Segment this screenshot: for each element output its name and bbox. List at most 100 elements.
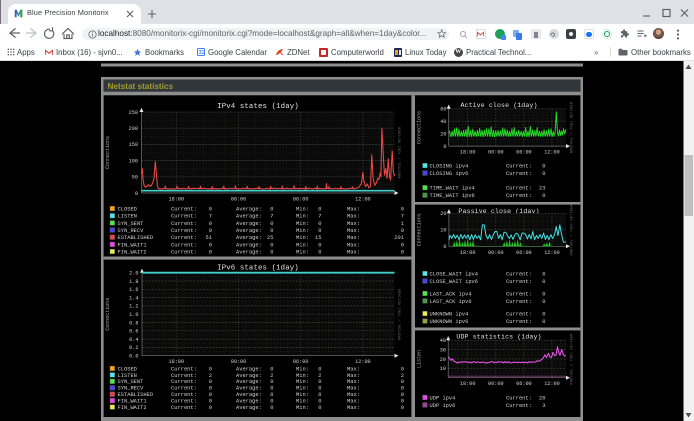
svg-text:FIN_WAIT2: FIN_WAIT2 xyxy=(118,249,147,255)
svg-text:Average:: Average: xyxy=(236,214,262,220)
svg-text:0: 0 xyxy=(401,228,404,234)
svg-text:Average:: Average: xyxy=(236,235,262,241)
svg-text:Min:: Min: xyxy=(296,373,309,379)
svg-text:7: 7 xyxy=(401,214,404,220)
svg-text:FIN_WAIT2: FIN_WAIT2 xyxy=(118,405,147,411)
svg-text:20: 20 xyxy=(539,395,545,401)
svg-text:0: 0 xyxy=(401,366,404,372)
svg-text:0.6: 0.6 xyxy=(129,329,138,335)
svg-text:Current:: Current: xyxy=(506,271,532,277)
svg-text:0: 0 xyxy=(318,249,321,255)
svg-text:100: 100 xyxy=(129,158,138,164)
svg-text:0: 0 xyxy=(135,191,138,197)
svg-text:Listen: Listen xyxy=(417,350,423,368)
svg-text:00:00: 00:00 xyxy=(231,197,247,203)
svg-text:TIME_WAIT ipv4: TIME_WAIT ipv4 xyxy=(430,186,475,192)
svg-text:0.0: 0.0 xyxy=(129,354,138,360)
svg-text:SYN_SENT: SYN_SENT xyxy=(118,379,145,385)
svg-text:0.4: 0.4 xyxy=(129,337,138,343)
svg-text:UNKNOWN ipv6: UNKNOWN ipv6 xyxy=(430,319,469,325)
svg-text:1.6: 1.6 xyxy=(129,287,138,293)
svg-text:Min:: Min: xyxy=(296,228,309,234)
svg-text:Current:: Current: xyxy=(171,379,197,385)
svg-text:Active close (1day): Active close (1day) xyxy=(460,102,537,109)
svg-text:Max:: Max: xyxy=(347,373,360,379)
svg-text:1.2: 1.2 xyxy=(129,304,138,310)
svg-text:Min:: Min: xyxy=(296,207,309,213)
svg-text:Current:: Current: xyxy=(171,386,197,392)
svg-text:CLOSING ipv4: CLOSING ipv4 xyxy=(430,164,469,170)
svg-text:Connections: Connections xyxy=(417,213,423,246)
svg-text:0: 0 xyxy=(318,392,321,398)
svg-text:CLOSE_WAIT ipv6: CLOSE_WAIT ipv6 xyxy=(430,279,479,285)
svg-text:2: 2 xyxy=(209,373,212,379)
svg-text:SYN_RECV: SYN_RECV xyxy=(118,228,145,234)
svg-text:00:00: 00:00 xyxy=(488,150,504,156)
svg-text:20: 20 xyxy=(440,131,446,137)
svg-text:10: 10 xyxy=(440,366,446,372)
svg-text:SYN_RECV: SYN_RECV xyxy=(118,386,145,392)
svg-text:51: 51 xyxy=(206,235,212,241)
svg-text:0: 0 xyxy=(270,405,273,411)
svg-text:0: 0 xyxy=(209,366,212,372)
svg-text:RRDTOOL / TOBI OETIKER: RRDTOOL / TOBI OETIKER xyxy=(570,204,575,255)
svg-text:0: 0 xyxy=(542,279,545,285)
svg-text:Max:: Max: xyxy=(347,379,360,385)
svg-text:0: 0 xyxy=(318,221,321,227)
svg-text:1.4: 1.4 xyxy=(129,295,138,301)
svg-text:Current:: Current: xyxy=(506,312,532,318)
svg-text:UNKNOWN ipv4: UNKNOWN ipv4 xyxy=(430,312,469,318)
svg-text:0: 0 xyxy=(542,171,545,177)
svg-text:RRDTOOL / TOBI OETIKER: RRDTOOL / TOBI OETIKER xyxy=(398,127,403,178)
svg-text:0: 0 xyxy=(318,228,321,234)
svg-text:Connections: Connections xyxy=(417,111,423,144)
svg-text:06:00: 06:00 xyxy=(293,359,309,365)
svg-text:Current:: Current: xyxy=(506,299,532,305)
svg-text:Current:: Current: xyxy=(506,186,532,192)
svg-text:Average:: Average: xyxy=(236,379,262,385)
svg-text:06:00: 06:00 xyxy=(516,250,532,256)
svg-text:7: 7 xyxy=(318,214,321,220)
svg-text:LAST_ACK ipv6: LAST_ACK ipv6 xyxy=(430,299,472,305)
svg-text:150: 150 xyxy=(129,142,138,148)
svg-text:0: 0 xyxy=(318,242,321,248)
svg-text:00:00: 00:00 xyxy=(488,250,504,256)
svg-text:1.8: 1.8 xyxy=(129,279,138,285)
svg-text:RRDTOOL / TOBI OETIKER: RRDTOOL / TOBI OETIKER xyxy=(570,333,575,384)
svg-text:ESTABLISHED: ESTABLISHED xyxy=(118,392,154,398)
svg-text:0: 0 xyxy=(209,249,212,255)
svg-text:Current:: Current: xyxy=(171,392,197,398)
svg-text:RRDTOOL / TOBI OETIKER: RRDTOOL / TOBI OETIKER xyxy=(398,289,403,340)
svg-text:Current:: Current: xyxy=(171,249,197,255)
svg-text:Max:: Max: xyxy=(347,214,360,220)
svg-text:0: 0 xyxy=(270,221,273,227)
svg-text:00:00: 00:00 xyxy=(231,359,247,365)
svg-text:Average:: Average: xyxy=(236,392,262,398)
svg-text:20: 20 xyxy=(440,211,446,217)
svg-text:CLOSED: CLOSED xyxy=(118,366,137,372)
svg-text:0: 0 xyxy=(542,299,545,305)
svg-text:18:00: 18:00 xyxy=(460,381,476,387)
svg-text:10: 10 xyxy=(440,228,446,234)
svg-text:0: 0 xyxy=(318,399,321,405)
svg-text:18:00: 18:00 xyxy=(460,150,476,156)
svg-text:CLOSE_WAIT ipv4: CLOSE_WAIT ipv4 xyxy=(430,271,479,277)
svg-text:Current:: Current: xyxy=(171,399,197,405)
svg-text:23: 23 xyxy=(539,186,545,192)
svg-text:Current:: Current: xyxy=(506,403,532,409)
svg-text:Current:: Current: xyxy=(171,221,197,227)
svg-text:Min:: Min: xyxy=(296,249,309,255)
svg-text:Current:: Current: xyxy=(506,164,532,170)
svg-text:0: 0 xyxy=(401,242,404,248)
svg-text:Current:: Current: xyxy=(506,319,532,325)
svg-text:Current:: Current: xyxy=(171,235,197,241)
svg-text:Min:: Min: xyxy=(296,221,309,227)
svg-text:18:00: 18:00 xyxy=(460,250,476,256)
svg-text:Max:: Max: xyxy=(347,228,360,234)
svg-text:0: 0 xyxy=(270,249,273,255)
svg-text:Max:: Max: xyxy=(347,235,360,241)
svg-text:Current:: Current: xyxy=(171,228,197,234)
svg-text:Min:: Min: xyxy=(296,242,309,248)
svg-text:Min:: Min: xyxy=(296,392,309,398)
svg-text:0: 0 xyxy=(270,242,273,248)
